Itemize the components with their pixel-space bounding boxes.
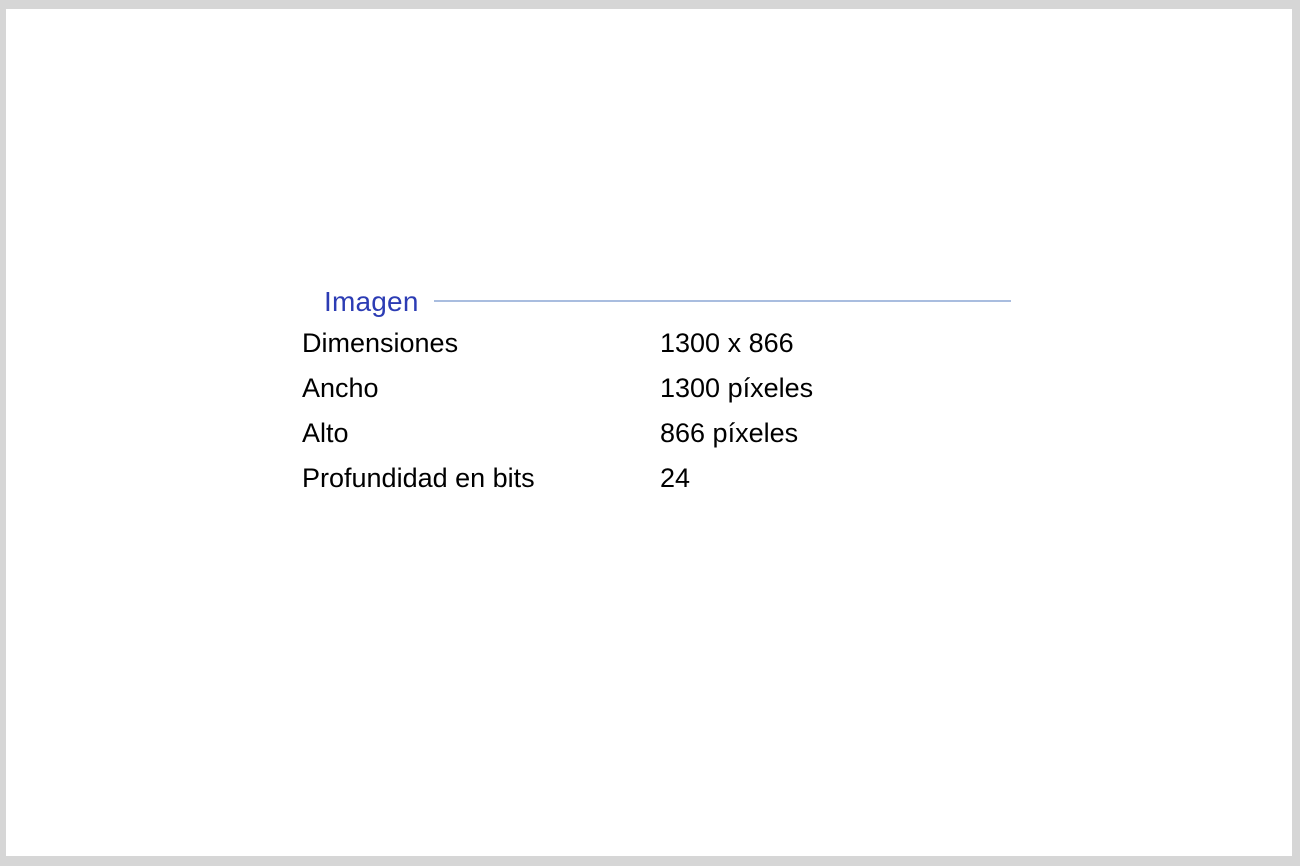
- property-label: Profundidad en bits: [302, 463, 535, 493]
- section-divider: [434, 300, 1011, 302]
- property-row-ancho: Ancho 1300 píxeles: [302, 368, 1022, 408]
- section-header-imagen: Imagen: [324, 285, 1011, 319]
- property-value: 24: [660, 463, 691, 493]
- property-label: Alto: [302, 418, 349, 448]
- property-label: Dimensiones: [302, 328, 459, 358]
- property-value: 1300 píxeles: [660, 373, 814, 403]
- section-title: Imagen: [324, 286, 419, 317]
- property-row-dimensiones: Dimensiones 1300 x 866: [302, 323, 1022, 363]
- property-row-profundidad-en-bits: Profundidad en bits 24: [302, 458, 1022, 498]
- property-value: 1300 x 866: [660, 328, 794, 358]
- property-row-alto: Alto 866 píxeles: [302, 413, 1022, 453]
- property-value: 866 píxeles: [660, 418, 799, 448]
- property-label: Ancho: [302, 373, 379, 403]
